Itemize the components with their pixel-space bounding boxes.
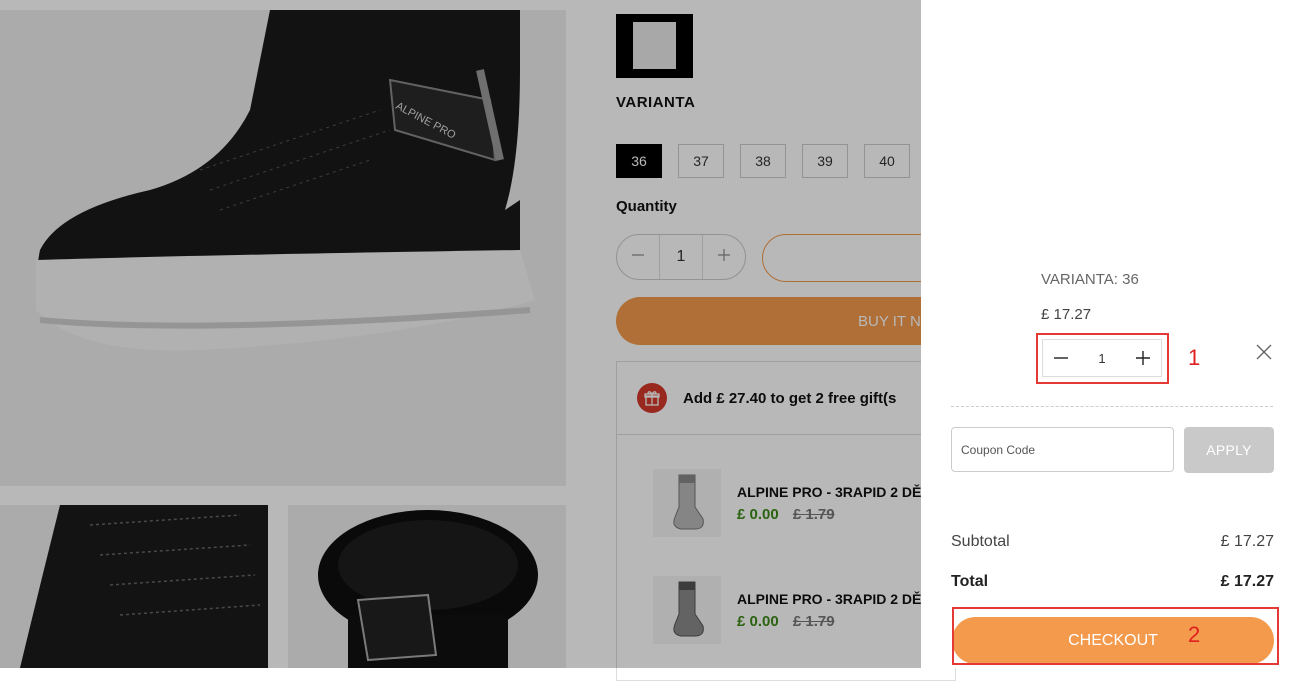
subtotal-row: Subtotal £ 17.27 xyxy=(951,533,1274,551)
total-row: Total £ 17.27 xyxy=(951,573,1274,591)
coupon-code-input[interactable] xyxy=(951,427,1174,472)
annotation-label-1: 1 xyxy=(1188,345,1201,370)
cart-item-variant: VARIANTA: 36 xyxy=(1041,271,1139,288)
annotation-box-2 xyxy=(952,607,1279,665)
total-label: Total xyxy=(951,573,989,590)
close-icon[interactable] xyxy=(1255,343,1273,361)
total-value: £ 17.27 xyxy=(1220,573,1274,590)
cart-item-price: £ 17.27 xyxy=(1041,306,1092,323)
divider xyxy=(951,406,1273,407)
subtotal-value: £ 17.27 xyxy=(1220,533,1274,550)
cart-drawer: VARIANTA: 36 £ 17.27 1 1 APPLY Subtotal … xyxy=(921,0,1294,668)
drawer-backdrop-overlay[interactable] xyxy=(0,0,921,668)
annotation-label-2: 2 xyxy=(1188,622,1201,647)
annotation-box-1 xyxy=(1036,333,1169,384)
apply-coupon-button[interactable]: APPLY xyxy=(1184,427,1274,473)
subtotal-label: Subtotal xyxy=(951,533,1010,550)
